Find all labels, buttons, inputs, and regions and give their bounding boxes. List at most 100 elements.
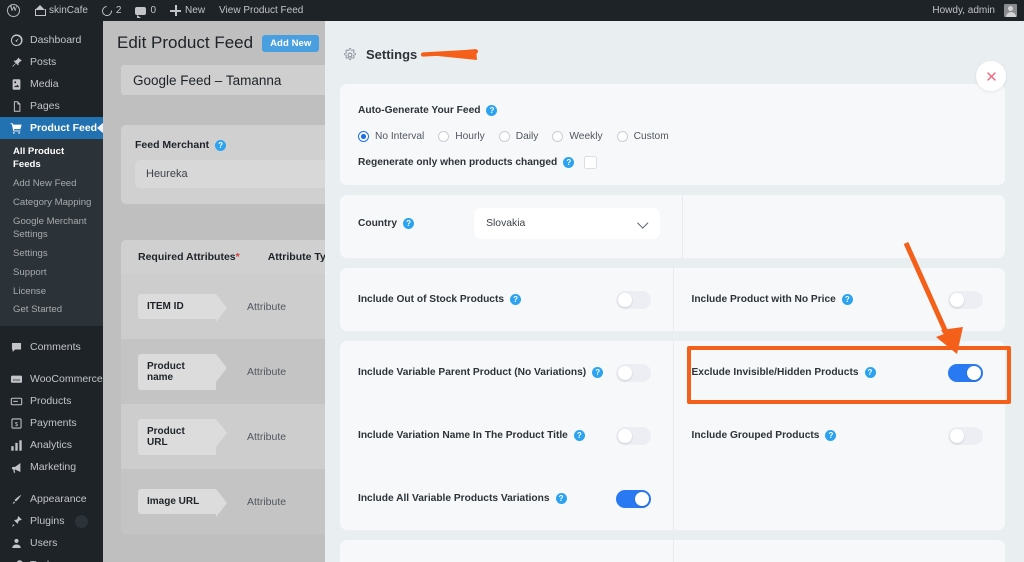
submenu-item-support[interactable]: Support	[0, 264, 103, 283]
help-icon[interactable]: ?	[510, 294, 522, 305]
toggle-label: Include Grouped Products	[691, 430, 820, 441]
sidebar-item-analytics[interactable]: Analytics	[0, 434, 103, 456]
avatar	[1004, 4, 1017, 17]
view-product-feed-link[interactable]: View Product Feed	[212, 0, 310, 21]
help-icon[interactable]: ?	[864, 367, 876, 378]
submenu-item-google-merchant-settings[interactable]: Google Merchant Settings	[0, 213, 103, 245]
page-title: Edit Product Feed	[117, 33, 254, 52]
sidebar-item-woocommerce[interactable]: woo WooCommerce	[0, 368, 103, 390]
help-icon[interactable]: ?	[825, 430, 837, 441]
help-icon[interactable]: ?	[403, 217, 415, 229]
site-name-menu[interactable]: skinCafe	[27, 0, 95, 21]
country-label: Country	[358, 217, 398, 229]
radio-hourly[interactable]: Hourly	[438, 131, 485, 142]
help-icon[interactable]: ?	[592, 367, 604, 378]
howdy-menu[interactable]: Howdy, admin	[925, 0, 1024, 21]
sidebar-item-products[interactable]: Products	[0, 390, 103, 412]
country-row: Country ? Slovakia	[340, 195, 682, 251]
comments-menu[interactable]: 0	[128, 0, 163, 21]
toggle-label-row: Include Grouped Products ?	[692, 430, 837, 441]
sidebar-item-media[interactable]: Media	[0, 73, 103, 95]
submenu-item-settings[interactable]: Settings	[0, 245, 103, 264]
close-button[interactable]	[976, 61, 1006, 91]
sidebar-item-tools[interactable]: Tools	[0, 554, 103, 562]
interval-radio-group[interactable]: No Interval Hourly Daily Weekly Custom	[358, 131, 987, 142]
sidebar-item-marketing[interactable]: Marketing	[0, 456, 103, 478]
sidebar-label: Payments	[30, 417, 77, 430]
screen: skinCafe 2 0 New View Product Feed Howdy…	[0, 0, 1024, 562]
howdy-label: Howdy, admin	[932, 5, 995, 16]
submenu-item-all-product-feeds[interactable]: All Product Feeds	[0, 143, 103, 175]
woo-icon: woo	[9, 372, 23, 386]
sidebar-label: Products	[30, 395, 72, 408]
sidebar-label: Posts	[30, 56, 57, 68]
sidebar-label: Users	[30, 537, 58, 550]
feed-merchant-value: Heureka	[146, 168, 188, 180]
country-row-empty	[682, 195, 1005, 258]
toggle-include-grouped[interactable]	[948, 426, 983, 445]
radio-dot	[552, 131, 564, 142]
country-select[interactable]: Slovakia	[474, 207, 661, 239]
help-icon[interactable]: ?	[486, 105, 498, 116]
radio-label: Daily	[515, 131, 539, 142]
toggle-include-variable-parent[interactable]	[615, 363, 651, 382]
comment-icon	[9, 340, 23, 354]
add-new-button[interactable]: Add New	[262, 34, 320, 52]
sidebar-item-appearance[interactable]: Appearance	[0, 488, 103, 510]
sidebar-item-comments[interactable]: Comments	[0, 336, 103, 358]
sidebar-item-product-feed[interactable]: Product Feed	[0, 117, 103, 139]
help-icon[interactable]: ?	[563, 157, 575, 168]
radio-weekly[interactable]: Weekly	[552, 131, 603, 142]
sidebar-item-posts[interactable]: Posts	[0, 51, 103, 73]
site-name-label: skinCafe	[49, 5, 88, 16]
view-product-feed-label: View Product Feed	[219, 5, 304, 16]
gear-icon	[343, 47, 357, 62]
help-icon[interactable]: ?	[555, 493, 567, 504]
submenu-item-license[interactable]: License	[0, 283, 103, 302]
toggle-row-include-variation-name: Include Variation Name In The Product Ti…	[340, 404, 673, 467]
radio-label: Custom	[633, 131, 669, 142]
wp-logo-menu[interactable]	[0, 0, 27, 21]
admin-sidebar[interactable]: Dashboard Posts Media Pages Product Feed	[0, 21, 103, 562]
radio-no-interval[interactable]: No Interval	[358, 131, 424, 142]
sidebar-item-payments[interactable]: $ Payments	[0, 412, 103, 434]
submenu-item-get-started[interactable]: Get Started	[0, 301, 103, 320]
toggle-include-variation-name[interactable]	[615, 426, 651, 445]
sidebar-item-pages[interactable]: Pages	[0, 95, 103, 117]
updates-menu[interactable]: 2	[95, 0, 129, 21]
auto-generate-label: Auto-Generate Your Feed	[358, 105, 481, 116]
radio-dot	[498, 131, 510, 142]
submenu-item-add-new-feed[interactable]: Add New Feed	[0, 175, 103, 194]
pin-icon	[9, 55, 23, 69]
toggle-label: Include Variable Parent Product (No Vari…	[358, 367, 587, 378]
help-icon[interactable]: ?	[841, 294, 853, 305]
settings-panel-title: Settings	[366, 47, 418, 62]
toggle-include-no-price[interactable]	[948, 290, 983, 309]
toggle-label: Exclude Invisible/Hidden Products	[691, 367, 859, 378]
sidebar-item-dashboard[interactable]: Dashboard	[0, 29, 103, 51]
sidebar-label: Comments	[30, 341, 81, 354]
toggle-exclude-invisible-hidden[interactable]	[948, 363, 983, 382]
regenerate-checkbox[interactable]	[584, 156, 598, 169]
toggle-label: Include Product with No Price	[691, 294, 836, 305]
sidebar-item-plugins[interactable]: Plugins	[0, 510, 103, 532]
variations-empty-cell	[672, 467, 1006, 530]
wp-admin-bar: skinCafe 2 0 New View Product Feed Howdy…	[0, 0, 1024, 21]
product-feed-submenu[interactable]: All Product Feeds Add New Feed Category …	[0, 139, 103, 327]
variations-card: Include Variable Parent Product (No Vari…	[340, 341, 1005, 530]
dashboard-icon	[9, 33, 23, 47]
radio-custom[interactable]: Custom	[616, 131, 669, 142]
help-icon[interactable]: ?	[573, 430, 585, 441]
help-icon[interactable]: ?	[215, 139, 227, 151]
toggle-row-include-grouped: Include Grouped Products ?	[672, 404, 1006, 467]
attribute-name: Product name	[138, 353, 227, 390]
sidebar-item-users[interactable]: Users	[0, 532, 103, 554]
radio-daily[interactable]: Daily	[498, 131, 539, 142]
sidebar-label: Pages	[30, 100, 60, 112]
submenu-item-category-mapping[interactable]: Category Mapping	[0, 194, 103, 213]
settings-panel: Settings Auto-Generate Your Feed ? No In…	[325, 21, 1024, 562]
toggle-include-all-variations[interactable]	[615, 489, 651, 508]
close-icon	[986, 71, 996, 81]
new-content-menu[interactable]: New	[163, 0, 212, 21]
toggle-include-out-of-stock[interactable]	[615, 290, 651, 309]
